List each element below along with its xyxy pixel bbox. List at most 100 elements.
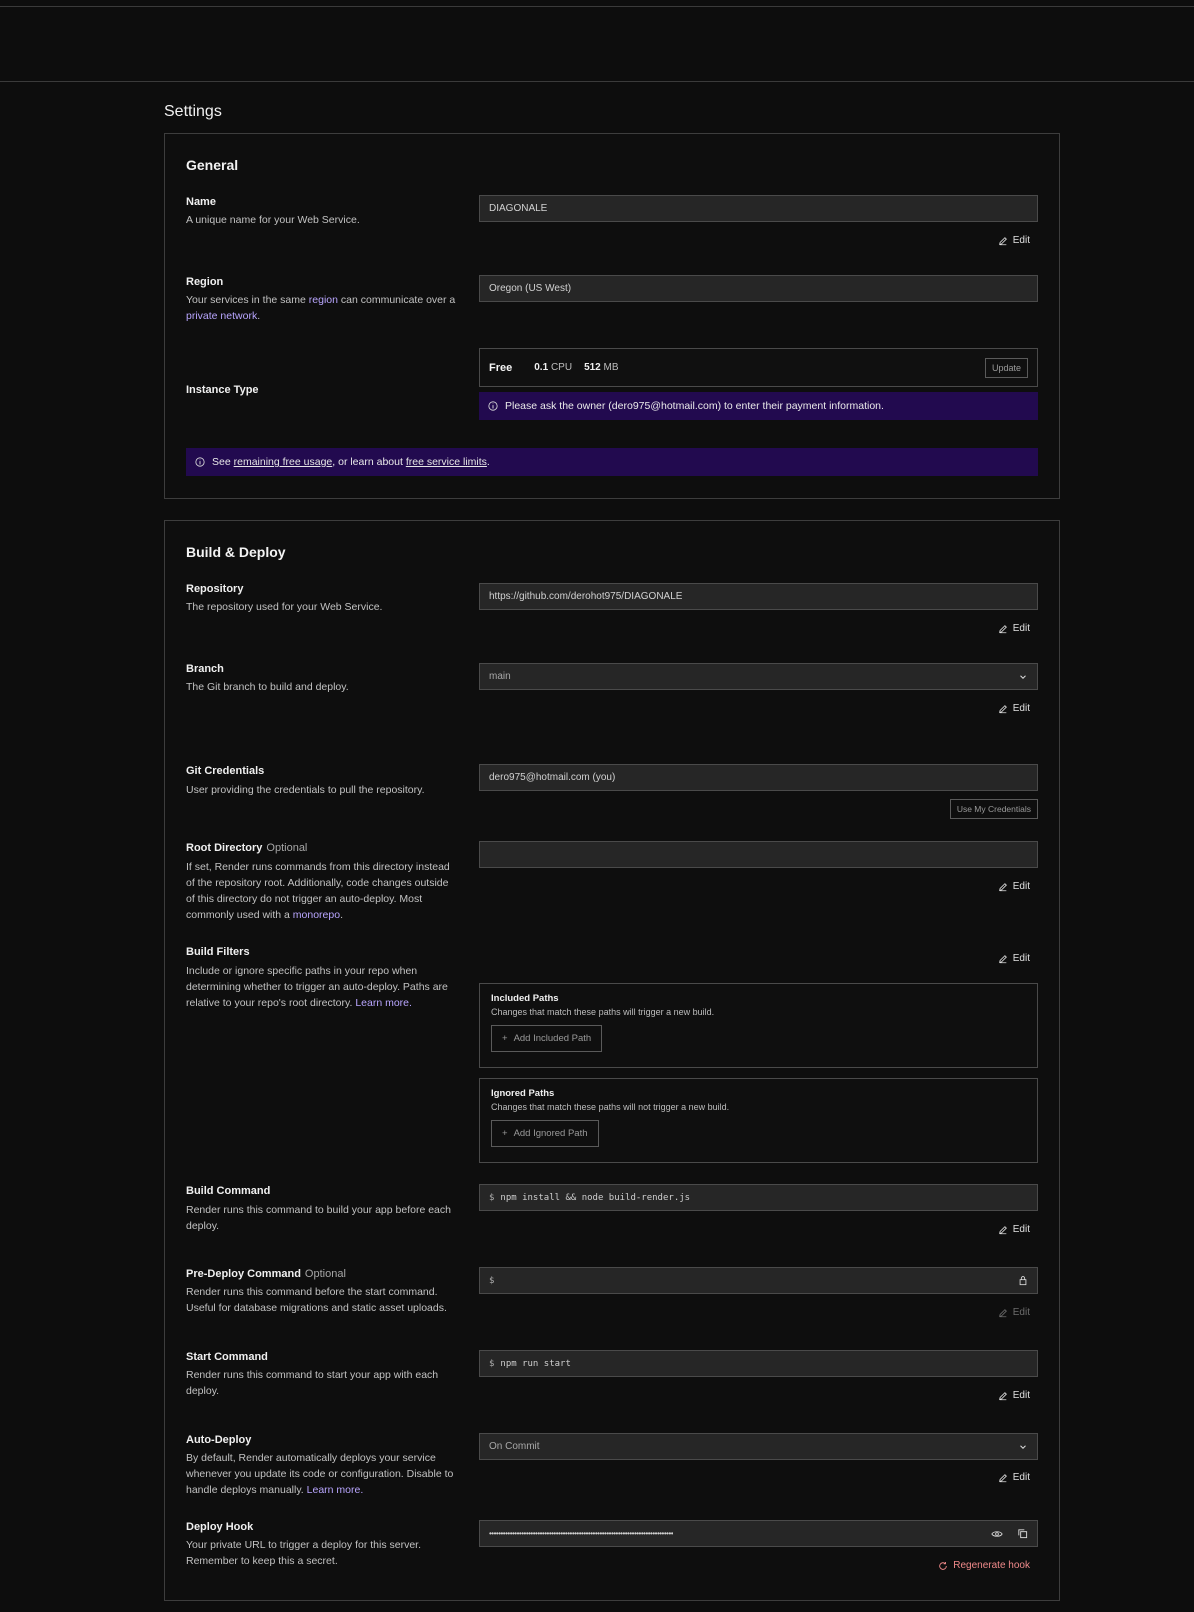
region-desc-text-2: can communicate over a [337,294,456,306]
auto-deploy-value: On Commit [489,1441,540,1452]
add-included-path-button[interactable]: + Add Included Path [491,1025,603,1052]
build-command-value: npm install && node build-render.js [500,1192,691,1203]
name-edit-button[interactable]: Edit [998,235,1030,246]
free-notice-mid: , or learn about [332,456,406,468]
branch-desc: The Git branch to build and deploy. [186,681,349,693]
instance-type-label: Instance Type [186,384,259,396]
name-value: DIAGONALE [489,203,548,214]
pencil-icon [998,704,1008,714]
git-credentials-desc: User providing the credentials to pull t… [186,784,425,796]
included-paths-title: Included Paths [491,993,559,1004]
branch-value: main [489,671,511,682]
pencil-icon [998,236,1008,246]
chevron-down-icon [1018,1442,1028,1452]
repository-edit-button[interactable]: Edit [998,623,1030,634]
start-command-edit-button[interactable]: Edit [998,1390,1030,1401]
ignored-paths-desc: Changes that match these paths will not … [491,1102,730,1112]
branch-select[interactable]: main [479,663,1038,690]
build-command-field[interactable]: $ npm install && node build-render.js [479,1184,1038,1211]
build-deploy-title: Build & Deploy [186,544,286,560]
auto-deploy-learn-more-link[interactable]: Learn more. [307,1484,364,1496]
auto-deploy-select[interactable]: On Commit [479,1433,1038,1460]
root-directory-label-text: Root Directory [186,842,263,854]
update-instance-button[interactable]: Update [984,357,1028,378]
git-credentials-field: dero975@hotmail.com (you) [479,764,1038,791]
free-notice-post: . [486,456,490,468]
pencil-icon [998,1391,1008,1401]
copy-icon[interactable] [1017,1528,1028,1539]
prompt-symbol: $ [489,1275,495,1286]
build-deploy-card: Build & Deploy Repository The repository… [164,520,1060,1601]
deploy-hook-value: ••••••••••••••••••••••••••••••••••••••••… [489,1529,674,1538]
region-link[interactable]: region [309,294,338,306]
pencil-icon [998,954,1008,964]
use-my-credentials-button[interactable]: Use My Credentials [949,799,1038,819]
start-command-label: Start Command [186,1351,268,1363]
regenerate-hook-button[interactable]: Regenerate hook [938,1560,1030,1571]
start-command-desc: Render runs this command to start your a… [186,1369,439,1397]
auto-deploy-edit-label: Edit [1012,1472,1030,1483]
memory-unit: MB [603,362,619,373]
branch-edit-button[interactable]: Edit [998,703,1030,714]
pencil-icon [998,1225,1008,1235]
pre-deploy-edit-button[interactable]: Edit [998,1307,1030,1318]
git-credentials-value: dero975@hotmail.com (you) [489,772,616,783]
git-credentials-label: Git Credentials [186,765,265,777]
free-usage-text: See remaining free usage, or learn about… [212,456,490,468]
root-directory-edit-button[interactable]: Edit [998,881,1030,892]
instance-tier: Free [489,361,513,374]
free-notice-pre: See [212,456,234,468]
root-directory-field[interactable] [479,841,1038,868]
build-command-label: Build Command [186,1185,271,1197]
header-divider [0,81,1194,82]
private-network-link[interactable]: private network [186,310,257,322]
auto-deploy-desc: By default, Render automatically deploys… [186,1450,456,1498]
eye-icon[interactable] [991,1529,1003,1539]
cpu-unit: CPU [550,362,573,373]
prompt-symbol: $ [489,1192,495,1203]
instance-type-box: Free 0.1 CPU 512 MB Update [479,348,1038,387]
info-icon [195,457,205,467]
build-filters-edit-button[interactable]: Edit [998,953,1030,964]
remaining-free-usage-link[interactable]: remaining free usage [234,456,333,468]
deploy-hook-label: Deploy Hook [186,1521,254,1533]
name-field[interactable]: DIAGONALE [479,195,1038,222]
included-paths-box: Included Paths Changes that match these … [479,983,1038,1068]
region-desc: Your services in the same region can com… [186,292,456,324]
branch-label: Branch [186,663,224,675]
region-field: Oregon (US West) [479,275,1038,302]
pencil-icon [998,882,1008,892]
build-command-edit-label: Edit [1012,1224,1030,1235]
payment-notice: Please ask the owner (dero975@hotmail.co… [479,392,1038,420]
pre-deploy-field[interactable]: $ [479,1267,1038,1294]
pre-deploy-desc: Render runs this command before the star… [186,1286,447,1314]
build-filters-learn-more-link[interactable]: Learn more. [355,997,412,1009]
optional-tag: Optional [304,1268,346,1280]
region-desc-text-3: . [257,310,261,322]
optional-tag: Optional [266,842,308,854]
start-command-value: npm run start [500,1358,571,1369]
lock-icon [1018,1275,1028,1286]
plus-icon: + [502,1033,508,1044]
add-ignored-path-button[interactable]: + Add Ignored Path [491,1120,599,1147]
root-directory-label: Root Directory Optional [186,842,307,854]
root-directory-desc-post: . [340,909,343,921]
chevron-down-icon [1018,672,1028,682]
build-command-edit-button[interactable]: Edit [998,1224,1030,1235]
repository-value: https://github.com/derohot975/DIAGONALE [489,591,683,602]
start-command-field[interactable]: $ npm run start [479,1350,1038,1377]
free-service-limits-link[interactable]: free service limits [406,456,487,468]
start-command-edit-label: Edit [1012,1390,1030,1401]
root-directory-edit-label: Edit [1012,881,1030,892]
monorepo-link[interactable]: monorepo [293,909,340,921]
page-title: Settings [164,103,222,120]
add-ignored-path-label: Add Ignored Path [513,1128,588,1139]
branch-edit-label: Edit [1012,703,1030,714]
pencil-icon [998,1473,1008,1483]
cpu-value: 0.1 [534,362,549,373]
region-label: Region [186,276,224,288]
repository-label: Repository [186,583,244,595]
auto-deploy-edit-button[interactable]: Edit [998,1472,1030,1483]
plus-icon: + [502,1128,508,1139]
repository-field[interactable]: https://github.com/derohot975/DIAGONALE [479,583,1038,610]
